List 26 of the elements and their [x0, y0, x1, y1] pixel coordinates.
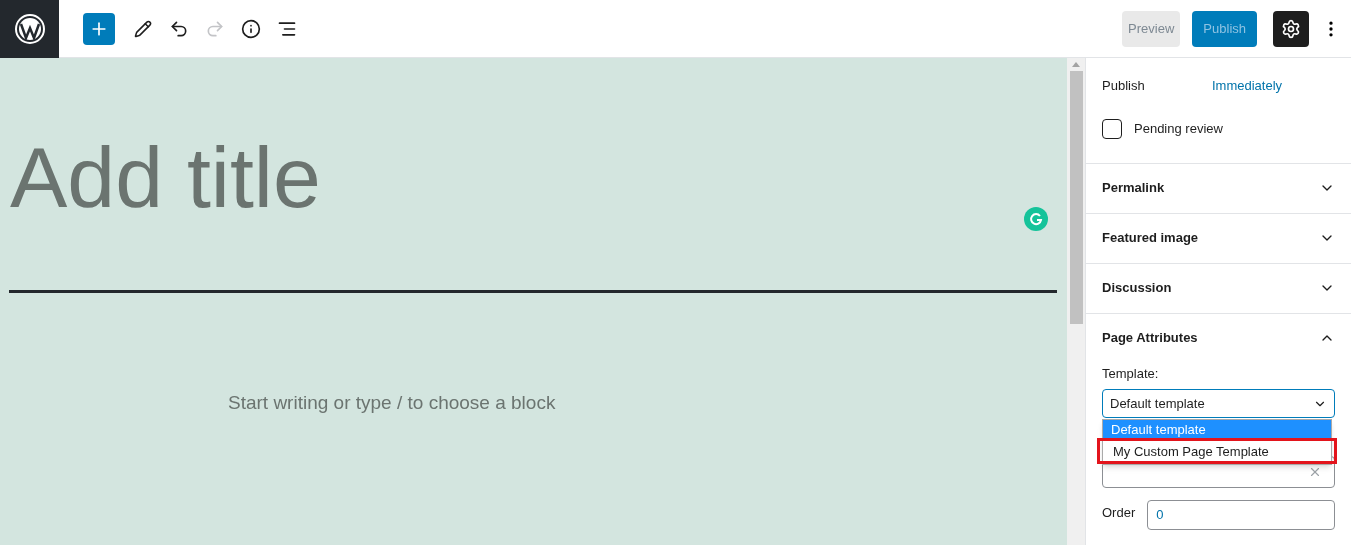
- panel-header[interactable]: Permalink: [1086, 163, 1351, 213]
- order-label: Order: [1102, 504, 1136, 522]
- settings-button[interactable]: [1273, 10, 1309, 47]
- order-field[interactable]: 0: [1147, 500, 1335, 530]
- add-block-button[interactable]: [83, 12, 115, 45]
- panel-header[interactable]: Page Attributes: [1086, 313, 1351, 363]
- title-placeholder[interactable]: Add title: [10, 134, 1067, 220]
- template-label: Template:: [1102, 364, 1160, 383]
- pending-review-label: Pending review: [1134, 119, 1223, 138]
- publish-label: Publish: [1102, 77, 1146, 95]
- block-placeholder[interactable]: Start writing or type / to choose a block: [228, 389, 1067, 418]
- settings-icon: [1281, 18, 1301, 39]
- preview-button[interactable]: Preview: [1122, 10, 1181, 47]
- panel-header[interactable]: Featured image: [1086, 213, 1351, 263]
- template-option[interactable]: Default template: [1103, 420, 1331, 438]
- template-select[interactable]: Default template: [1102, 389, 1335, 418]
- undo-icon: [169, 18, 189, 39]
- clear-icon: [1308, 465, 1322, 479]
- pencil-icon: [134, 19, 152, 38]
- redo-icon: [205, 18, 225, 39]
- logo-icon[interactable]: [0, 0, 59, 58]
- info-icon: [241, 18, 261, 39]
- template-option[interactable]: My Custom Page Template: [1097, 438, 1337, 464]
- publish-date-link[interactable]: Immediately: [1212, 76, 1283, 96]
- panel-header[interactable]: Discussion: [1086, 263, 1351, 313]
- pending-review-checkbox[interactable]: [1102, 118, 1122, 139]
